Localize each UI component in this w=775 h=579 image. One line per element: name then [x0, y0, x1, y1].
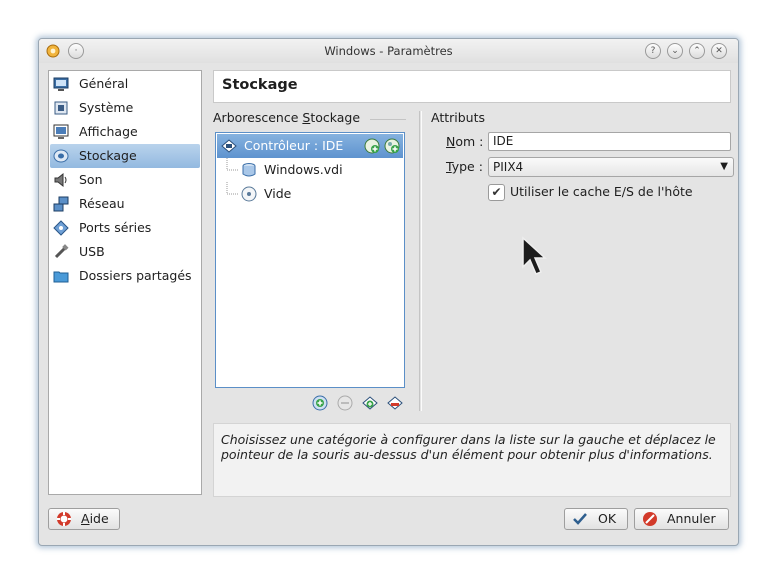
type-select-value: PIIX4: [493, 160, 524, 174]
sidebar-item-label: Réseau: [79, 196, 125, 211]
sidebar-item-label: Système: [79, 100, 134, 115]
storage-tree-label-part: tockage: [310, 110, 361, 125]
sidebar-item-label: Général: [79, 76, 129, 91]
mouse-pointer-icon: [522, 236, 547, 275]
speaker-icon: [54, 172, 67, 188]
disk-icon: [53, 149, 69, 163]
info-panel: Choisissez une catégorie à configurer da…: [213, 423, 731, 497]
ide-controller-icon: [221, 139, 237, 153]
tree-row-label: Vide: [264, 186, 292, 201]
help-button-rest: ide: [89, 511, 109, 526]
monitor-icon: [53, 77, 69, 91]
lifebuoy-icon: [57, 512, 71, 526]
folder-icon: [53, 271, 69, 283]
divider: [370, 119, 406, 120]
title-bar[interactable]: · Windows - Paramètres ? ⌄ ⌃ ✕: [39, 39, 738, 63]
tree-row-hard-disk[interactable]: Windows.vdi: [217, 158, 403, 182]
optical-disc-icon: [241, 186, 257, 202]
add-cd-button[interactable]: [384, 138, 400, 154]
sidebar-item-label: USB: [79, 244, 105, 259]
add-attachment-button[interactable]: [362, 395, 378, 411]
ok-button[interactable]: OK: [564, 508, 628, 530]
sidebar-item-label: Affichage: [79, 124, 138, 139]
add-hard-disk-button[interactable]: [364, 138, 380, 154]
question-icon: ?: [650, 46, 656, 56]
serial-port-icon: [53, 220, 69, 236]
name-field[interactable]: IDE: [488, 132, 731, 151]
host-cache-checkbox[interactable]: ✔: [488, 184, 505, 201]
chip-icon: [54, 101, 68, 115]
name-label: Nom :: [446, 134, 483, 149]
sidebar-item-network[interactable]: Réseau: [50, 192, 200, 216]
name-label-rest: om :: [455, 134, 484, 149]
minimize-button[interactable]: ⌄: [667, 43, 683, 59]
network-icon: [53, 196, 69, 212]
tree-connector: [226, 158, 239, 171]
remove-attachment-button[interactable]: [387, 395, 403, 411]
type-label: Type :: [446, 159, 483, 174]
sidebar-item-general[interactable]: Général: [50, 72, 200, 96]
attributes-heading: Attributs: [431, 110, 486, 125]
settings-window: · Windows - Paramètres ? ⌄ ⌃ ✕ Général S…: [38, 38, 739, 546]
hard-disk-icon: [242, 163, 256, 177]
sidebar-item-usb[interactable]: USB: [50, 240, 200, 264]
sidebar-item-label: Stockage: [79, 148, 137, 163]
cancel-icon: [643, 512, 657, 526]
chevron-up-icon: ⌃: [693, 46, 701, 56]
type-select[interactable]: PIIX4 ▼: [488, 157, 734, 177]
category-list: Général Système Affichage Stockage Son R…: [48, 70, 202, 495]
group-separator-highlight: [421, 111, 422, 411]
close-button[interactable]: ✕: [711, 43, 727, 59]
sidebar-item-storage[interactable]: Stockage: [50, 144, 200, 168]
close-icon: ✕: [715, 46, 723, 56]
cancel-button[interactable]: Annuler: [634, 508, 729, 530]
sidebar-item-system[interactable]: Système: [50, 96, 200, 120]
sidebar-item-shared-folders[interactable]: Dossiers partagés: [50, 264, 200, 288]
group-separator: [419, 111, 420, 411]
checkmark-icon: ✔: [491, 185, 502, 199]
tree-row-optical[interactable]: Vide: [217, 182, 403, 206]
page-header: Stockage: [213, 70, 731, 103]
display-icon: [53, 124, 69, 139]
sidebar-item-label: Dossiers partagés: [79, 268, 192, 283]
sidebar-item-serial-ports[interactable]: Ports séries: [50, 216, 200, 240]
type-label-rest: ype :: [451, 159, 483, 174]
chevron-down-icon: ▼: [720, 161, 728, 172]
sidebar-item-sound[interactable]: Son: [50, 168, 200, 192]
help-button-mnemonic: A: [81, 511, 90, 526]
sidebar-item-display[interactable]: Affichage: [50, 120, 200, 144]
cancel-button-label: Annuler: [667, 511, 716, 526]
help-title-button[interactable]: ?: [645, 43, 661, 59]
maximize-button[interactable]: ⌃: [689, 43, 705, 59]
ok-button-label: OK: [598, 511, 617, 526]
storage-tree-label-part: Arborescence: [213, 110, 303, 125]
window-title: Windows - Paramètres: [324, 44, 453, 58]
info-text: Choisissez une catégorie à configurer da…: [221, 432, 716, 462]
check-icon: [573, 513, 587, 525]
storage-tree[interactable]: Contrôleur : IDE Windows.vdi Vide: [215, 132, 405, 388]
chevron-down-icon: ⌄: [671, 46, 679, 56]
add-controller-button[interactable]: [312, 395, 328, 411]
name-label-mnemonic: N: [446, 134, 456, 149]
sidebar-item-label: Ports séries: [79, 220, 152, 235]
help-button[interactable]: Aide: [48, 508, 120, 530]
tree-row-label: Contrôleur : IDE: [244, 138, 344, 153]
host-cache-label[interactable]: Utiliser le cache E/S de l'hôte: [510, 184, 693, 199]
tree-row-label: Windows.vdi: [264, 162, 343, 177]
help-button-label: Aide: [81, 511, 109, 526]
remove-controller-button[interactable]: [337, 395, 353, 411]
tree-connector: [226, 182, 239, 195]
page-title: Stockage: [222, 77, 298, 93]
sidebar-item-label: Son: [79, 172, 103, 187]
storage-tree-label: Arborescence Stockage: [213, 110, 360, 125]
tree-row-controller[interactable]: Contrôleur : IDE: [217, 134, 403, 158]
usb-icon: [54, 244, 69, 259]
